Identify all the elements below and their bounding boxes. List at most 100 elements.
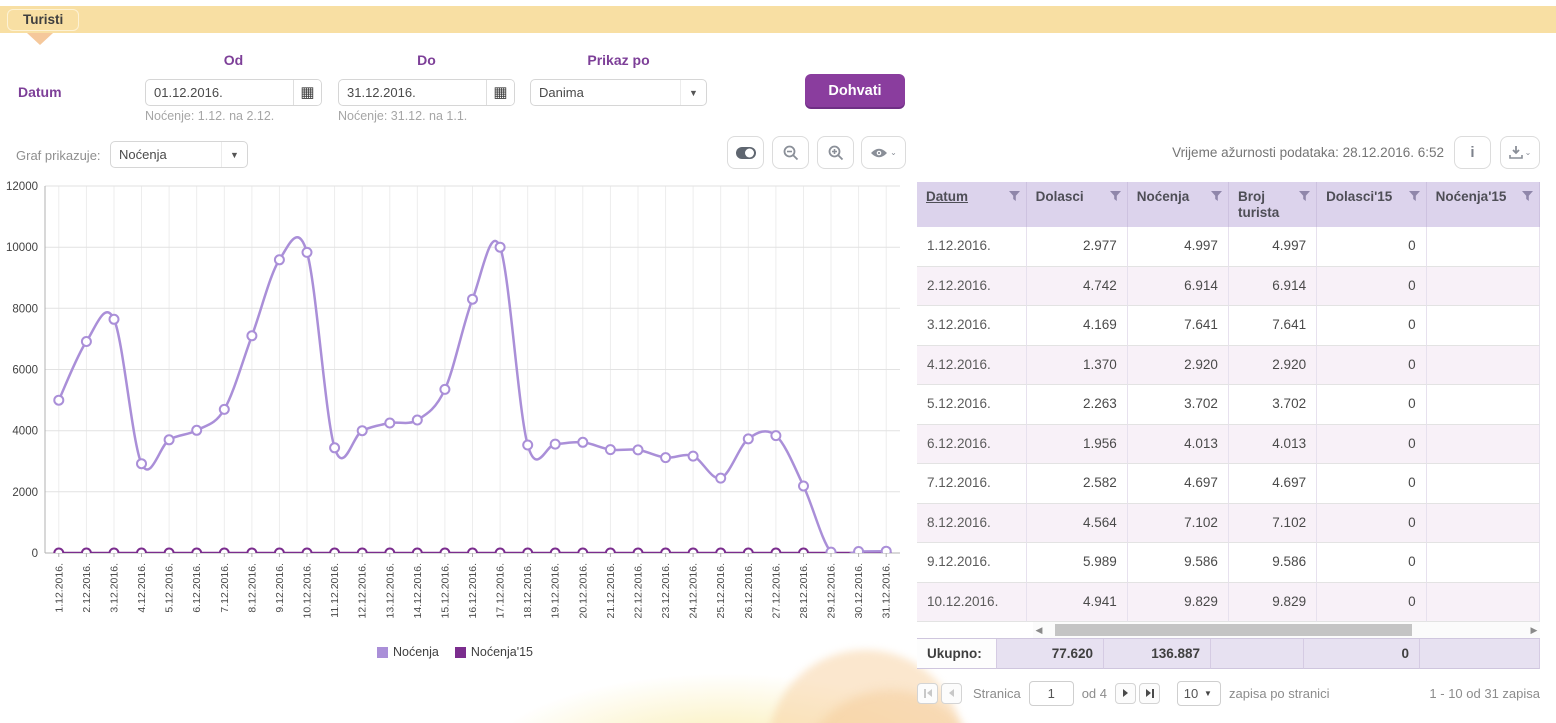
table-row[interactable]: 10.12.2016.4.9419.8299.8290 (917, 583, 1540, 623)
table-row[interactable]: 1.12.2016.2.9774.9974.9970 (917, 227, 1540, 267)
svg-text:3.12.2016.: 3.12.2016. (109, 563, 121, 613)
filter-icon[interactable] (1009, 191, 1020, 202)
prev-page-button[interactable] (941, 683, 962, 704)
table-row[interactable]: 2.12.2016.4.7426.9146.9140 (917, 267, 1540, 307)
totals-cell: 77.620 (997, 639, 1104, 669)
scrollbar-thumb[interactable] (1055, 624, 1412, 636)
toggle-view-button[interactable] (727, 136, 764, 169)
table-cell: 4.997 (1128, 227, 1229, 267)
table-cell: 4.12.2016. (917, 346, 1027, 386)
filter-icon[interactable] (1409, 191, 1420, 202)
totals-cell (1211, 639, 1304, 669)
table-cell: 0 (1317, 385, 1427, 425)
table-row[interactable]: 9.12.2016.5.9899.5869.5860 (917, 543, 1540, 583)
graf-prikazuje-select[interactable]: Noćenja ▼ (110, 141, 248, 168)
chevron-down-icon[interactable]: ▼ (221, 142, 247, 167)
table-row[interactable]: 5.12.2016.2.2633.7023.7020 (917, 385, 1540, 425)
date-from-field[interactable]: 01.12.2016. ▦ (145, 79, 322, 106)
table-row[interactable]: 4.12.2016.1.3702.9202.9200 (917, 346, 1540, 386)
table-cell: 0 (1317, 583, 1427, 623)
scroll-left-icon[interactable]: ◀ (1033, 625, 1045, 636)
scroll-right-icon[interactable]: ▶ (1528, 625, 1540, 636)
chart-legend: Noćenja Noćenja'15 (0, 645, 910, 659)
date-from-value[interactable]: 01.12.2016. (146, 80, 293, 105)
pagination: Stranica od 4 10 ▼ zapisa po stranici 1 … (917, 679, 1540, 707)
series-visibility-button[interactable]: ⌄ (861, 136, 906, 169)
column-header-dolasci-15[interactable]: Dolasci'15 (1317, 182, 1427, 227)
calendar-icon[interactable]: ▦ (293, 80, 321, 105)
zoom-out-button[interactable] (772, 136, 809, 169)
table-cell: 4.013 (1229, 425, 1317, 465)
chevron-down-icon[interactable]: ▼ (680, 80, 706, 105)
svg-text:24.12.2016.: 24.12.2016. (688, 563, 700, 618)
svg-text:22.12.2016.: 22.12.2016. (633, 563, 645, 618)
last-page-button[interactable] (1139, 683, 1160, 704)
table-cell: 2.920 (1229, 346, 1317, 386)
dohvati-button[interactable]: Dohvati (805, 74, 905, 107)
table-row[interactable]: 3.12.2016.4.1697.6417.6410 (917, 306, 1540, 346)
data-updated-text: Vrijeme ažurnosti podataka: 28.12.2016. … (1172, 145, 1444, 160)
svg-text:5.12.2016.: 5.12.2016. (164, 563, 176, 613)
per-page-label: zapisa po stranici (1229, 686, 1329, 701)
column-header-no-enja-15[interactable]: Noćenja'15 (1427, 182, 1540, 227)
zoom-in-button[interactable] (817, 136, 854, 169)
table-cell (1427, 227, 1540, 267)
table-cell: 4.169 (1027, 306, 1128, 346)
graf-prikazuje-value: Noćenja (111, 142, 221, 167)
date-from-hint: Noćenje: 1.12. na 2.12. (145, 109, 274, 123)
filter-icon[interactable] (1211, 191, 1222, 202)
page-size-select[interactable]: 10 ▼ (1177, 681, 1221, 706)
table-cell: 0 (1317, 227, 1427, 267)
info-button[interactable]: i (1454, 136, 1491, 169)
table-cell: 2.977 (1027, 227, 1128, 267)
calendar-icon[interactable]: ▦ (486, 80, 514, 105)
prikaz-po-value: Danima (531, 80, 680, 105)
svg-text:27.12.2016.: 27.12.2016. (770, 563, 782, 618)
column-header-datum[interactable]: Datum (917, 182, 1027, 227)
filter-icon[interactable] (1110, 191, 1121, 202)
table-cell: 9.12.2016. (917, 543, 1027, 583)
table-cell: 4.013 (1128, 425, 1229, 465)
filter-icon[interactable] (1299, 191, 1310, 202)
line-chart[interactable]: 0200040006000800010000120001.12.2016.2.1… (0, 178, 910, 638)
table-cell: 3.702 (1128, 385, 1229, 425)
table-cell: 0 (1317, 346, 1427, 386)
tab-turisti[interactable]: Turisti (7, 9, 79, 31)
zoom-out-icon (783, 145, 799, 161)
table-row[interactable]: 6.12.2016.1.9564.0134.0130 (917, 425, 1540, 465)
page-number-input[interactable] (1029, 681, 1074, 706)
table-row[interactable]: 7.12.2016.2.5824.6974.6970 (917, 464, 1540, 504)
svg-text:6000: 6000 (12, 365, 38, 377)
svg-text:25.12.2016.: 25.12.2016. (715, 563, 727, 618)
table-cell: 0 (1317, 267, 1427, 307)
svg-text:2000: 2000 (12, 487, 38, 499)
table-cell (1427, 306, 1540, 346)
table-row[interactable]: 8.12.2016.4.5647.1027.1020 (917, 504, 1540, 544)
table-body: 1.12.2016.2.9774.9974.99702.12.2016.4.74… (917, 227, 1540, 622)
column-header-dolasci[interactable]: Dolasci (1027, 182, 1128, 227)
table-cell: 7.641 (1229, 306, 1317, 346)
totals-row: Ukupno: 77.620136.8870 (917, 638, 1540, 669)
totals-values: 77.620136.8870 (997, 639, 1540, 669)
first-page-button[interactable] (917, 683, 938, 704)
date-to-value[interactable]: 31.12.2016. (339, 80, 486, 105)
table-cell (1427, 583, 1540, 623)
toggle-icon (735, 146, 757, 160)
legend-item[interactable]: Noćenja (377, 645, 439, 659)
prikaz-po-select[interactable]: Danima ▼ (530, 79, 707, 106)
legend-swatch (455, 647, 466, 658)
date-to-field[interactable]: 31.12.2016. ▦ (338, 79, 515, 106)
table-cell: 4.697 (1229, 464, 1317, 504)
legend-label: Noćenja (393, 645, 439, 659)
svg-text:26.12.2016.: 26.12.2016. (743, 563, 755, 618)
filter-icon[interactable] (1522, 191, 1533, 202)
svg-text:19.12.2016.: 19.12.2016. (550, 563, 562, 618)
download-button[interactable]: ⌄ (1500, 136, 1540, 169)
column-header-broj-turista[interactable]: Broj turista (1229, 182, 1317, 227)
legend-item[interactable]: Noćenja'15 (455, 645, 533, 659)
calendar-glyph: ▦ (300, 85, 314, 100)
column-header-no-enja[interactable]: Noćenja (1128, 182, 1229, 227)
next-page-button[interactable] (1115, 683, 1136, 704)
chevron-down-icon: ⌄ (1525, 148, 1532, 157)
horizontal-scrollbar[interactable]: ◀ ▶ (1033, 622, 1540, 638)
